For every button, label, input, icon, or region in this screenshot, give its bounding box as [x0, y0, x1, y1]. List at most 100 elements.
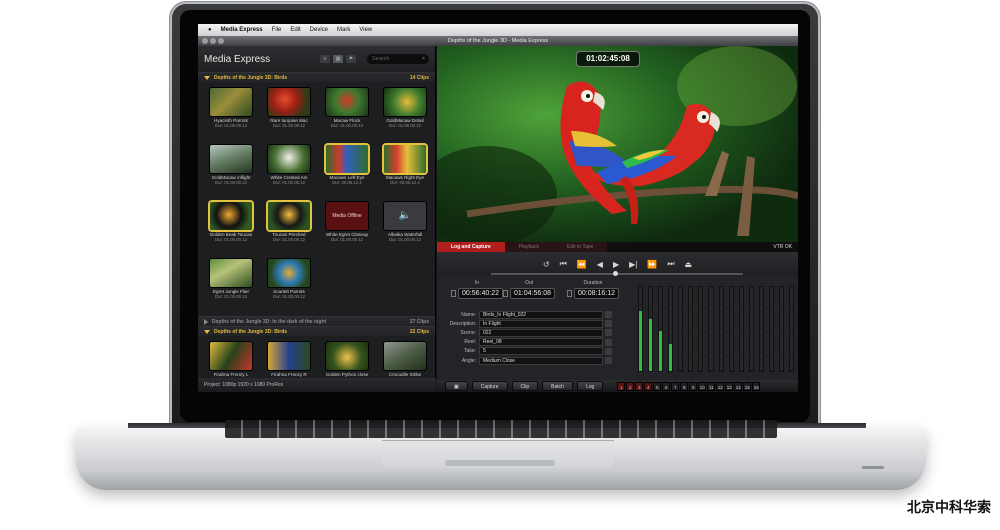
loop-icon[interactable]: ↺	[543, 260, 550, 269]
channel-button[interactable]: 16	[752, 381, 761, 391]
channel-button[interactable]: 7	[671, 381, 680, 391]
clip-item[interactable]: Egret Jungle Flier Dur: 01.00.00.12	[204, 257, 258, 314]
channel-button[interactable]: 8	[680, 381, 689, 391]
clip-thumbnail[interactable]	[268, 342, 310, 370]
channel-button[interactable]: 1	[617, 381, 626, 391]
channel-button[interactable]: 5	[653, 381, 662, 391]
eject-icon[interactable]: ⏏	[685, 260, 693, 269]
list-view-icon[interactable]: ≡	[320, 55, 330, 63]
clip-item[interactable]: 🔈 Albeika Waterfall Dur: 01.00.00.12	[378, 200, 432, 257]
clip-thumbnail[interactable]	[326, 145, 368, 173]
tab-edit-to-tape[interactable]: Edit to Tape	[553, 242, 608, 252]
clip-item-selected[interactable]: Macaws Right Eye Dur: 00.05.12.4	[378, 143, 432, 200]
log-button[interactable]: Log	[576, 381, 604, 391]
menu-device[interactable]: Device	[310, 27, 328, 33]
media-offline-thumbnail[interactable]: Media Offline	[326, 202, 368, 230]
channel-button[interactable]: 2	[626, 381, 635, 391]
capture-button[interactable]: Capture	[471, 381, 508, 391]
clip-thumbnail[interactable]	[268, 202, 310, 230]
increment-icon[interactable]	[605, 357, 612, 365]
in-timecode[interactable]: 00:56:40:22	[458, 288, 503, 299]
clip-thumbnail[interactable]	[210, 202, 252, 230]
search-field[interactable]: Search ×	[367, 54, 429, 64]
step-forward-icon[interactable]: ▶|	[629, 260, 637, 269]
channel-button[interactable]: 3	[635, 381, 644, 391]
clip-thumbnail[interactable]	[210, 259, 252, 287]
duration-icon[interactable]	[567, 290, 572, 298]
increment-icon[interactable]	[605, 338, 612, 346]
increment-icon[interactable]	[605, 320, 612, 328]
channel-button[interactable]: 14	[734, 381, 743, 391]
disclosure-open-icon[interactable]	[204, 75, 210, 80]
duration-timecode[interactable]: 00:08:16:12	[574, 288, 619, 299]
description-field[interactable]: In Flight	[479, 319, 603, 328]
search-input[interactable]: Search	[372, 56, 389, 62]
channel-button[interactable]: 10	[698, 381, 707, 391]
tab-playback[interactable]: Playback	[504, 242, 554, 252]
clip-item[interactable]: Macaw Flock Dur: 01.00.00.12	[320, 86, 374, 143]
scene-field[interactable]: 022	[479, 328, 603, 337]
clip-thumbnail[interactable]	[268, 88, 310, 116]
clip-item[interactable]: Media Offline White Egret Closeup Dur: 01.…	[320, 200, 374, 257]
increment-icon[interactable]	[605, 311, 612, 319]
clip-button[interactable]: Clip	[511, 381, 539, 391]
reel-field[interactable]: Reel_08	[479, 338, 603, 347]
channel-button[interactable]: 13	[725, 381, 734, 391]
menu-app-name[interactable]: Media Express	[221, 27, 263, 33]
bin-header[interactable]: Depths of the Jungle 3D: Birds 22 Clips	[198, 326, 435, 336]
shuttle-handle[interactable]	[613, 271, 618, 276]
channel-button[interactable]: 9	[689, 381, 698, 391]
zoom-window-button[interactable]	[218, 38, 224, 44]
camera-icon[interactable]: ▣	[445, 381, 468, 391]
channel-button[interactable]: 11	[707, 381, 716, 391]
out-timecode[interactable]: 01:04:56:08	[510, 288, 555, 299]
disclosure-closed-icon[interactable]	[204, 318, 208, 325]
clip-item[interactable]: White Crested Am Dur: 01.00.00.12	[262, 143, 316, 200]
clip-thumbnail[interactable]	[268, 145, 310, 173]
name-field[interactable]: Birds_In Flight_022	[479, 310, 603, 319]
fast-forward-icon[interactable]: ⏩	[647, 260, 657, 269]
minimize-window-button[interactable]	[210, 38, 216, 44]
rewind-icon[interactable]: ⏪	[577, 260, 587, 269]
angle-field[interactable]: Medium Close	[479, 356, 603, 365]
clip-item-selected[interactable]: Toucan Perched Dur: 01.00.00.12	[262, 200, 316, 257]
clip-thumbnail[interactable]	[384, 88, 426, 116]
increment-icon[interactable]	[605, 347, 612, 355]
speaker-icon[interactable]: 🔈	[384, 202, 426, 230]
menu-view[interactable]: View	[359, 27, 372, 33]
mark-out-icon[interactable]	[503, 290, 508, 298]
clip-item-selected[interactable]: Golden Beak Toucan Dur: 01.00.00.12	[204, 200, 258, 257]
jog-shuttle-slider[interactable]	[491, 271, 743, 276]
take-field[interactable]: 5	[479, 347, 603, 356]
play-icon[interactable]: ▶	[613, 260, 619, 269]
jump-to-end-icon[interactable]: ⏭	[667, 259, 674, 269]
menu-mark[interactable]: Mark	[337, 27, 350, 33]
bin-header[interactable]: Depths of the Jungle 3D: Birds 14 Clips	[198, 72, 435, 82]
clip-thumbnail[interactable]	[384, 342, 426, 370]
clip-item[interactable]: Hyacinth Parrots Dur: 01.00.00.12	[204, 86, 258, 143]
menu-edit[interactable]: Edit	[290, 27, 300, 33]
channel-button[interactable]: 15	[743, 381, 752, 391]
clip-item[interactable]: Rare turqoise Mac Dur: 01.00.00.12	[262, 86, 316, 143]
clip-item[interactable]: GoldMacaw inflight Dur: 01.00.00.12	[204, 143, 258, 200]
clip-item[interactable]: GoldMacaw Detail Dur: 01.00.00.12	[378, 86, 432, 143]
channel-button[interactable]: 12	[716, 381, 725, 391]
channel-button[interactable]: 6	[662, 381, 671, 391]
disclosure-open-icon[interactable]	[204, 329, 210, 334]
clip-thumbnail[interactable]	[210, 88, 252, 116]
apple-icon[interactable]: ●	[208, 27, 212, 33]
mark-in-icon[interactable]	[451, 290, 456, 298]
thumbnail-view-icon[interactable]: ▦	[333, 55, 343, 63]
tab-log-and-capture[interactable]: Log and Capture	[437, 242, 505, 252]
bin-header-collapsed[interactable]: Depths of the Jungle 3D: In the dark of …	[198, 316, 435, 326]
flag-view-icon[interactable]: ⚑	[346, 55, 356, 63]
increment-icon[interactable]	[605, 329, 612, 337]
close-window-button[interactable]	[202, 38, 208, 44]
channel-button[interactable]: 4	[644, 381, 653, 391]
clip-item[interactable]: Scarlett Parrots Dur: 01.00.00.12	[262, 257, 316, 314]
menu-file[interactable]: File	[272, 27, 282, 33]
clip-thumbnail[interactable]	[210, 145, 252, 173]
clip-thumbnail[interactable]	[326, 88, 368, 116]
step-back-icon[interactable]: ◀	[597, 260, 603, 269]
jump-to-start-icon[interactable]: ⏮	[560, 259, 567, 269]
